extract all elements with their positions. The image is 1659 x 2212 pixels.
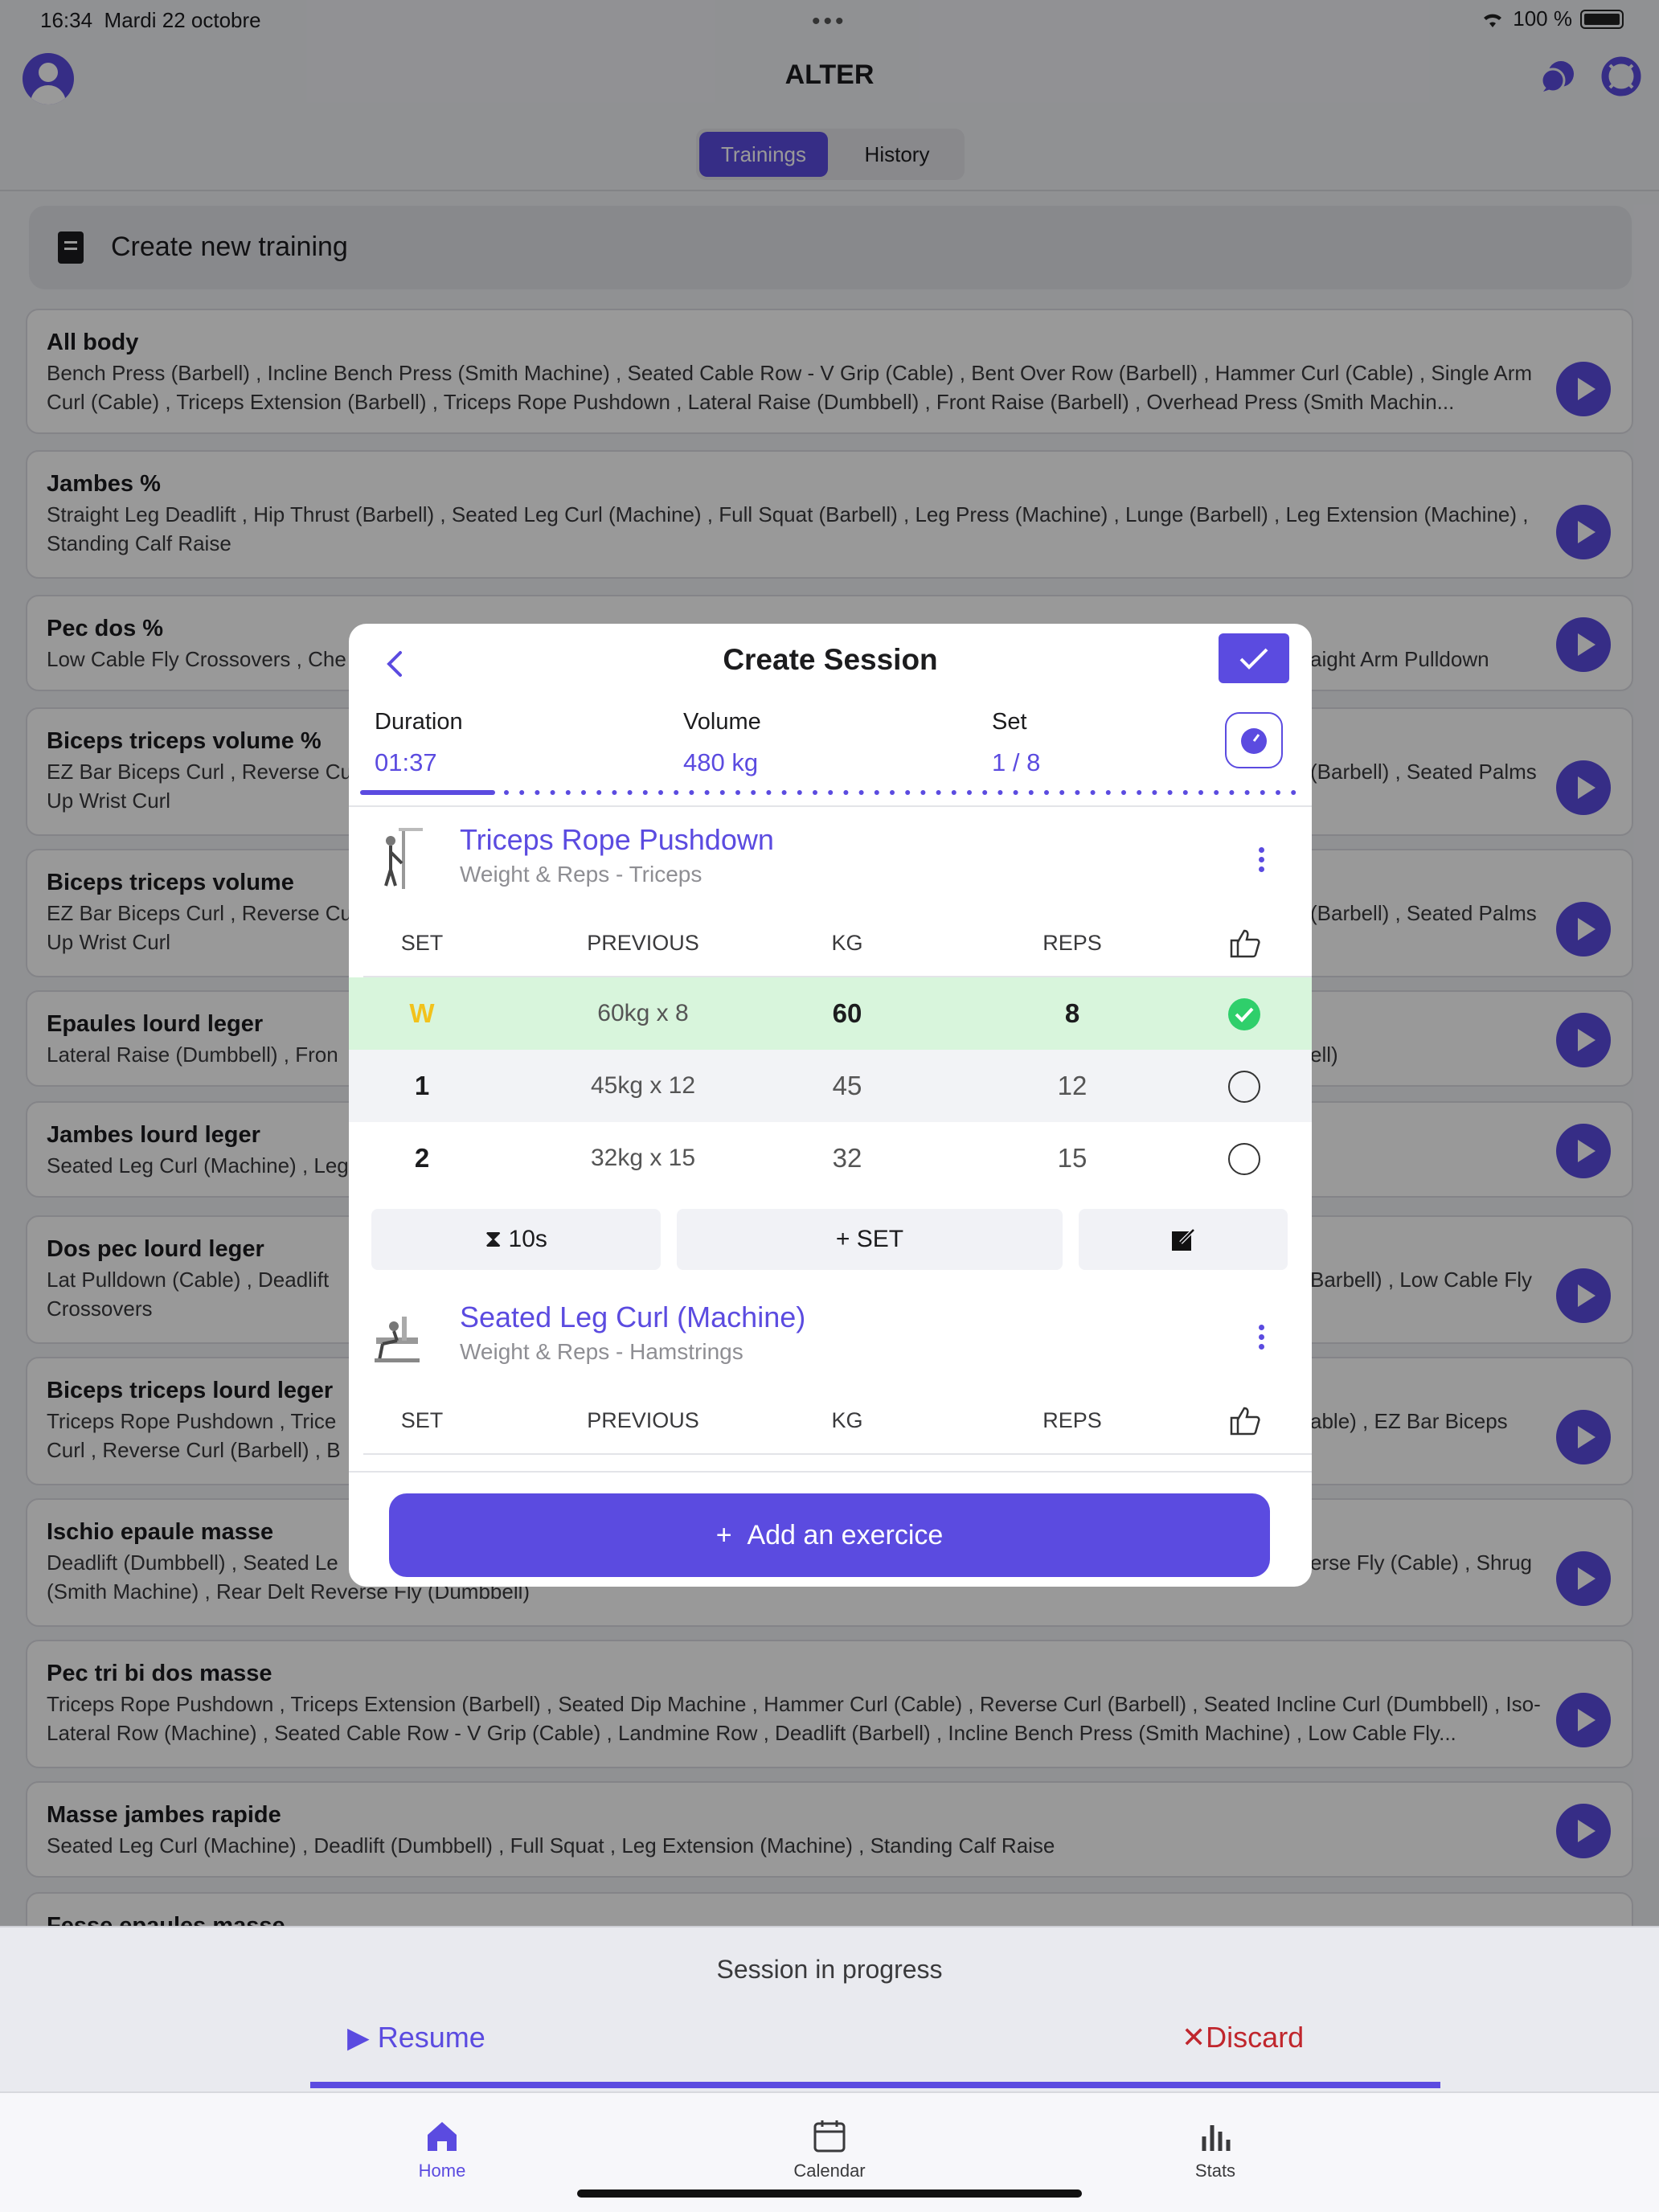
exercise-subtitle: Weight & Reps - Triceps: [460, 862, 703, 887]
resume-button[interactable]: ▶ Resume: [347, 2021, 485, 2054]
more-options-icon[interactable]: [1259, 1325, 1267, 1354]
session-in-progress-sheet: Session in progress ▶ Resume ✕Discard: [0, 1926, 1659, 2091]
edit-note-icon: [1172, 1228, 1195, 1251]
col-previous: PREVIOUS: [587, 931, 699, 955]
divider: [363, 1453, 1312, 1455]
modal-title: Create Session: [723, 643, 938, 676]
kg-input[interactable]: 32: [783, 1122, 911, 1194]
set-number: W: [409, 998, 435, 1028]
create-session-modal: Create Session Duration 01:37 Volume 480 k…: [349, 624, 1312, 1587]
plus-icon: +: [835, 1226, 850, 1252]
previous-value: 60kg x 8: [597, 1000, 689, 1026]
checkmark-icon: [1239, 648, 1268, 670]
previous-value: 32kg x 15: [590, 1145, 696, 1171]
col-reps: REPS: [1043, 931, 1102, 955]
volume-stat: Volume 480 kg: [683, 709, 761, 776]
calendar-icon: [813, 2120, 846, 2153]
tab-calendar[interactable]: Calendar: [749, 2117, 910, 2181]
set-row-done: W 60kg x 8 60 8: [349, 977, 1312, 1050]
play-icon: ▶: [347, 2021, 370, 2054]
exercise-subtitle: Weight & Reps - Hamstrings: [460, 1339, 743, 1364]
discard-button[interactable]: ✕Discard: [1182, 2021, 1304, 2054]
thumbs-up-icon: [1230, 929, 1260, 958]
set-value: 1 / 8: [992, 748, 1041, 776]
volume-value: 480 kg: [683, 748, 759, 776]
reps-input[interactable]: 8: [1008, 977, 1137, 1050]
col-reps: REPS: [1043, 1408, 1102, 1432]
hourglass-icon: ⧗: [485, 1226, 502, 1252]
kg-input[interactable]: 45: [783, 1050, 911, 1122]
home-indicator: [577, 2189, 1082, 2198]
check-circle-icon[interactable]: [1227, 997, 1262, 1032]
session-progress-bar: [310, 2082, 1440, 2088]
finish-session-button[interactable]: [1219, 633, 1289, 683]
exercise-title[interactable]: Seated Leg Curl (Machine): [460, 1301, 805, 1334]
set-row: 2 32kg x 15 32 15: [349, 1122, 1312, 1194]
session-progress: [360, 790, 1296, 795]
progress-dots: [504, 790, 1296, 795]
divider: [349, 805, 1312, 807]
col-kg: KG: [831, 931, 863, 955]
col-kg: KG: [831, 1408, 863, 1432]
set-number: 1: [414, 1071, 430, 1100]
reps-input[interactable]: 15: [1008, 1122, 1137, 1194]
stopwatch-icon: [1241, 728, 1267, 754]
thumbs-up-icon: [1230, 1407, 1260, 1436]
reps-input[interactable]: 12: [1008, 1050, 1137, 1122]
seated-leg-curl-thumbnail: [375, 1317, 420, 1362]
more-options-icon[interactable]: [1259, 847, 1267, 876]
duration-value: 01:37: [375, 748, 437, 776]
set-complete-checkbox[interactable]: [1228, 1143, 1260, 1175]
timer-button[interactable]: [1225, 712, 1283, 768]
exercise-title[interactable]: Triceps Rope Pushdown: [460, 823, 774, 857]
home-icon: [428, 2122, 457, 2151]
divider: [349, 1471, 1312, 1473]
set-complete-checkbox[interactable]: [1228, 1071, 1260, 1103]
tab-stats[interactable]: Stats: [1135, 2117, 1296, 2181]
progress-fill: [360, 790, 495, 795]
set-number: 2: [414, 1143, 430, 1173]
bar-chart-icon: [1202, 2125, 1231, 2151]
set-row: 1 45kg x 12 45 12: [349, 1050, 1312, 1122]
add-set-button[interactable]: + SET: [677, 1209, 1063, 1270]
tab-home[interactable]: Home: [362, 2117, 522, 2181]
plus-icon: +: [715, 1520, 732, 1550]
add-exercise-button[interactable]: + Add an exercice: [389, 1493, 1270, 1577]
close-icon: ✕: [1182, 2021, 1206, 2054]
duration-stat: Duration 01:37: [375, 709, 463, 776]
rest-timer-button[interactable]: ⧗ 10s: [371, 1209, 661, 1270]
set-stat: Set 1 / 8: [992, 709, 1041, 776]
col-set: SET: [400, 931, 444, 955]
previous-value: 45kg x 12: [590, 1072, 696, 1099]
kg-input[interactable]: 60: [783, 977, 911, 1050]
triceps-rope-pushdown-thumbnail: [384, 828, 423, 889]
col-previous: PREVIOUS: [587, 1408, 699, 1432]
col-set: SET: [400, 1408, 444, 1432]
note-button[interactable]: [1079, 1209, 1288, 1270]
